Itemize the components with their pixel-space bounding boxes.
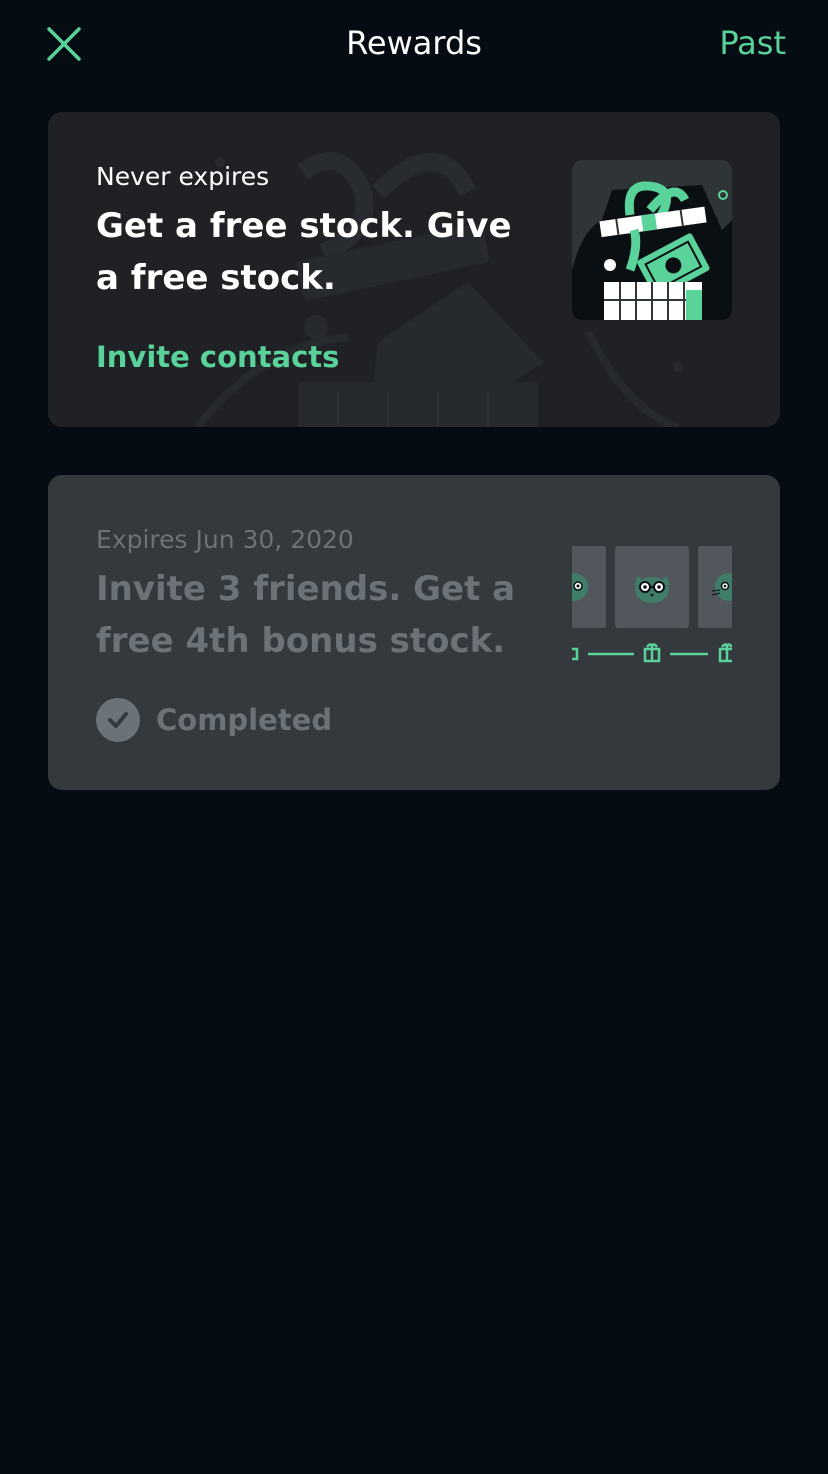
reward-card-free-stock[interactable]: Never expires Get a free stock. Give a f… [48,112,780,427]
check-icon [96,698,140,742]
gift-box-illustration [572,160,732,320]
cat-friends-icon [572,546,732,663]
status-label: Completed [156,703,333,737]
past-rewards-link[interactable]: Past [719,24,786,62]
header: Rewards Past [0,0,828,90]
friends-illustration [572,523,732,683]
expiry-label: Never expires [96,162,270,191]
invite-contacts-button[interactable]: Invite contacts [96,340,339,374]
rewards-screen: Rewards Past Never expires Get a free st… [0,0,828,1474]
card-text: Expires Jun 30, 2020 Invite 3 friends. G… [96,523,536,667]
reward-headline: Get a free stock. Give a free stock. [96,206,512,298]
reward-headline: Invite 3 friends. Get a free 4th bonus s… [96,569,516,661]
reward-card-invite-friends[interactable]: Expires Jun 30, 2020 Invite 3 friends. G… [48,475,780,790]
gift-stock-icon [572,181,732,320]
card-text: Never expires Get a free stock. Give a f… [96,160,536,304]
completed-status: Completed [96,697,332,743]
expiry-label: Expires Jun 30, 2020 [96,525,354,554]
page-title: Rewards [346,24,482,62]
